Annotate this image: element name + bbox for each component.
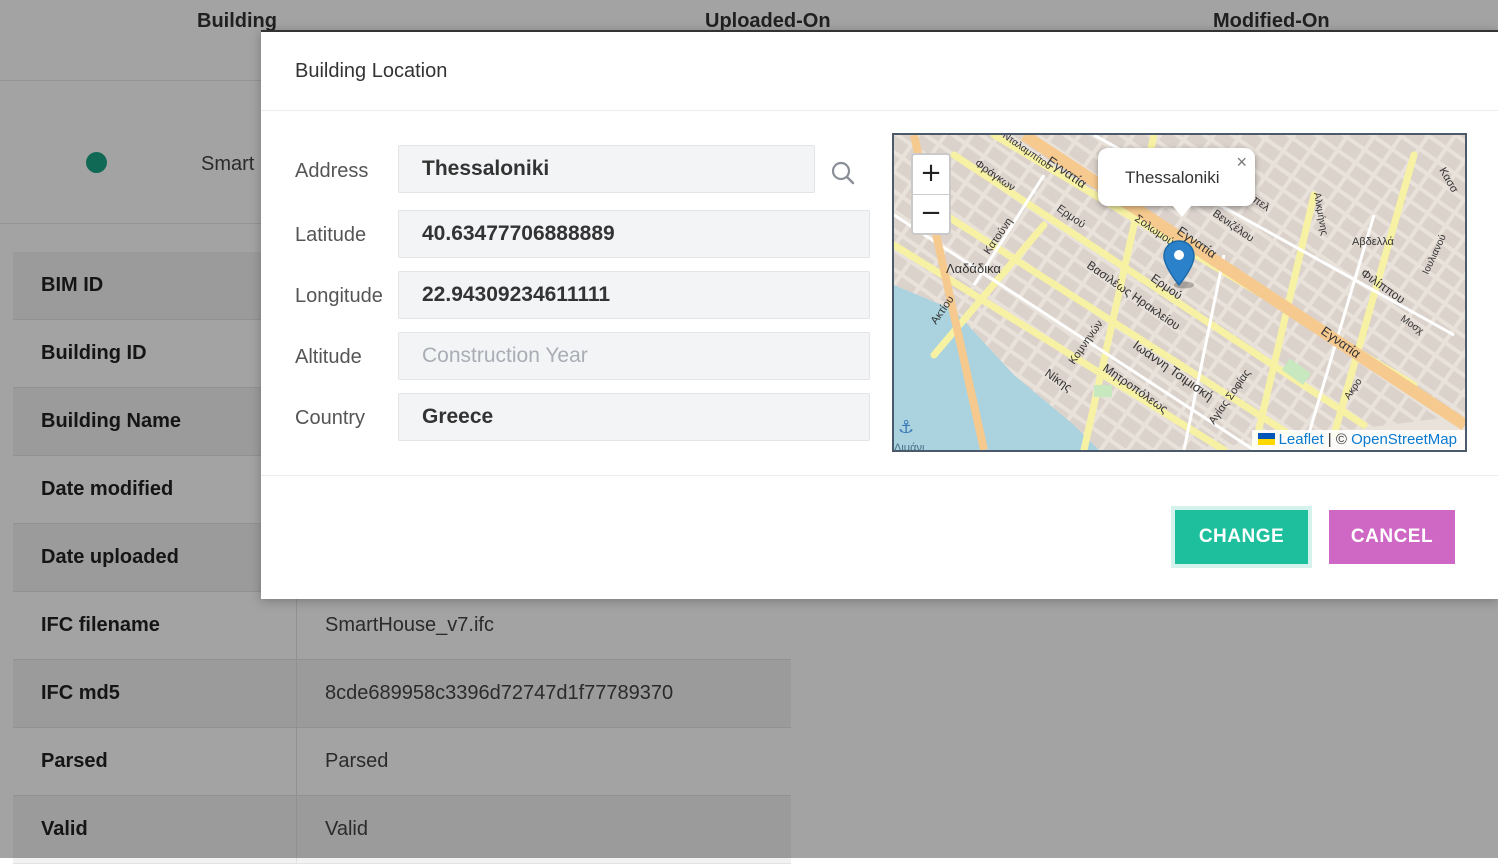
- svg-text:⚓: ⚓: [898, 417, 914, 438]
- openstreetmap-link[interactable]: OpenStreetMap: [1351, 431, 1457, 448]
- map-label: Αβδελλά: [1352, 236, 1395, 248]
- building-location-modal: Building Location Address Latitude Longi…: [261, 30, 1498, 599]
- search-icon[interactable]: [829, 159, 857, 187]
- popup-tip: [1172, 205, 1192, 217]
- cancel-button[interactable]: CANCEL: [1329, 510, 1455, 564]
- zoom-control: + −: [911, 153, 951, 235]
- popup-text: Thessaloniki: [1125, 168, 1220, 187]
- leaflet-link[interactable]: Leaflet: [1279, 431, 1324, 448]
- longitude-input[interactable]: [398, 271, 870, 319]
- divider: [261, 475, 1498, 476]
- location-map[interactable]: ⚓ Εγνατία Εγνατία Εγνατία Ερμού Ερμού Βα…: [892, 133, 1467, 452]
- divider: [261, 110, 1498, 111]
- address-input[interactable]: [398, 145, 815, 193]
- map-attribution: Leaflet | © OpenStreetMap: [1251, 430, 1465, 450]
- map-label: Λιμάνι: [894, 442, 925, 450]
- popup-close-icon[interactable]: ×: [1236, 152, 1247, 173]
- zoom-out-button[interactable]: −: [913, 195, 949, 234]
- altitude-label: Altitude: [295, 346, 362, 368]
- map-marker-icon[interactable]: [1162, 239, 1196, 289]
- longitude-label: Longitude: [295, 285, 383, 307]
- latitude-label: Latitude: [295, 224, 367, 246]
- change-button[interactable]: CHANGE: [1175, 510, 1308, 564]
- country-label: Country: [295, 407, 366, 429]
- zoom-in-button[interactable]: +: [913, 155, 949, 195]
- altitude-input[interactable]: [398, 332, 870, 380]
- ukraine-flag-icon: [1257, 433, 1275, 445]
- country-input[interactable]: [398, 393, 870, 441]
- attribution-separator: | ©: [1323, 431, 1352, 448]
- map-popup: Thessaloniki ×: [1098, 148, 1255, 206]
- modal-title: Building Location: [295, 60, 448, 82]
- latitude-input[interactable]: [398, 210, 870, 258]
- map-label: Λαδάδικα: [946, 261, 1001, 276]
- address-label: Address: [295, 160, 369, 182]
